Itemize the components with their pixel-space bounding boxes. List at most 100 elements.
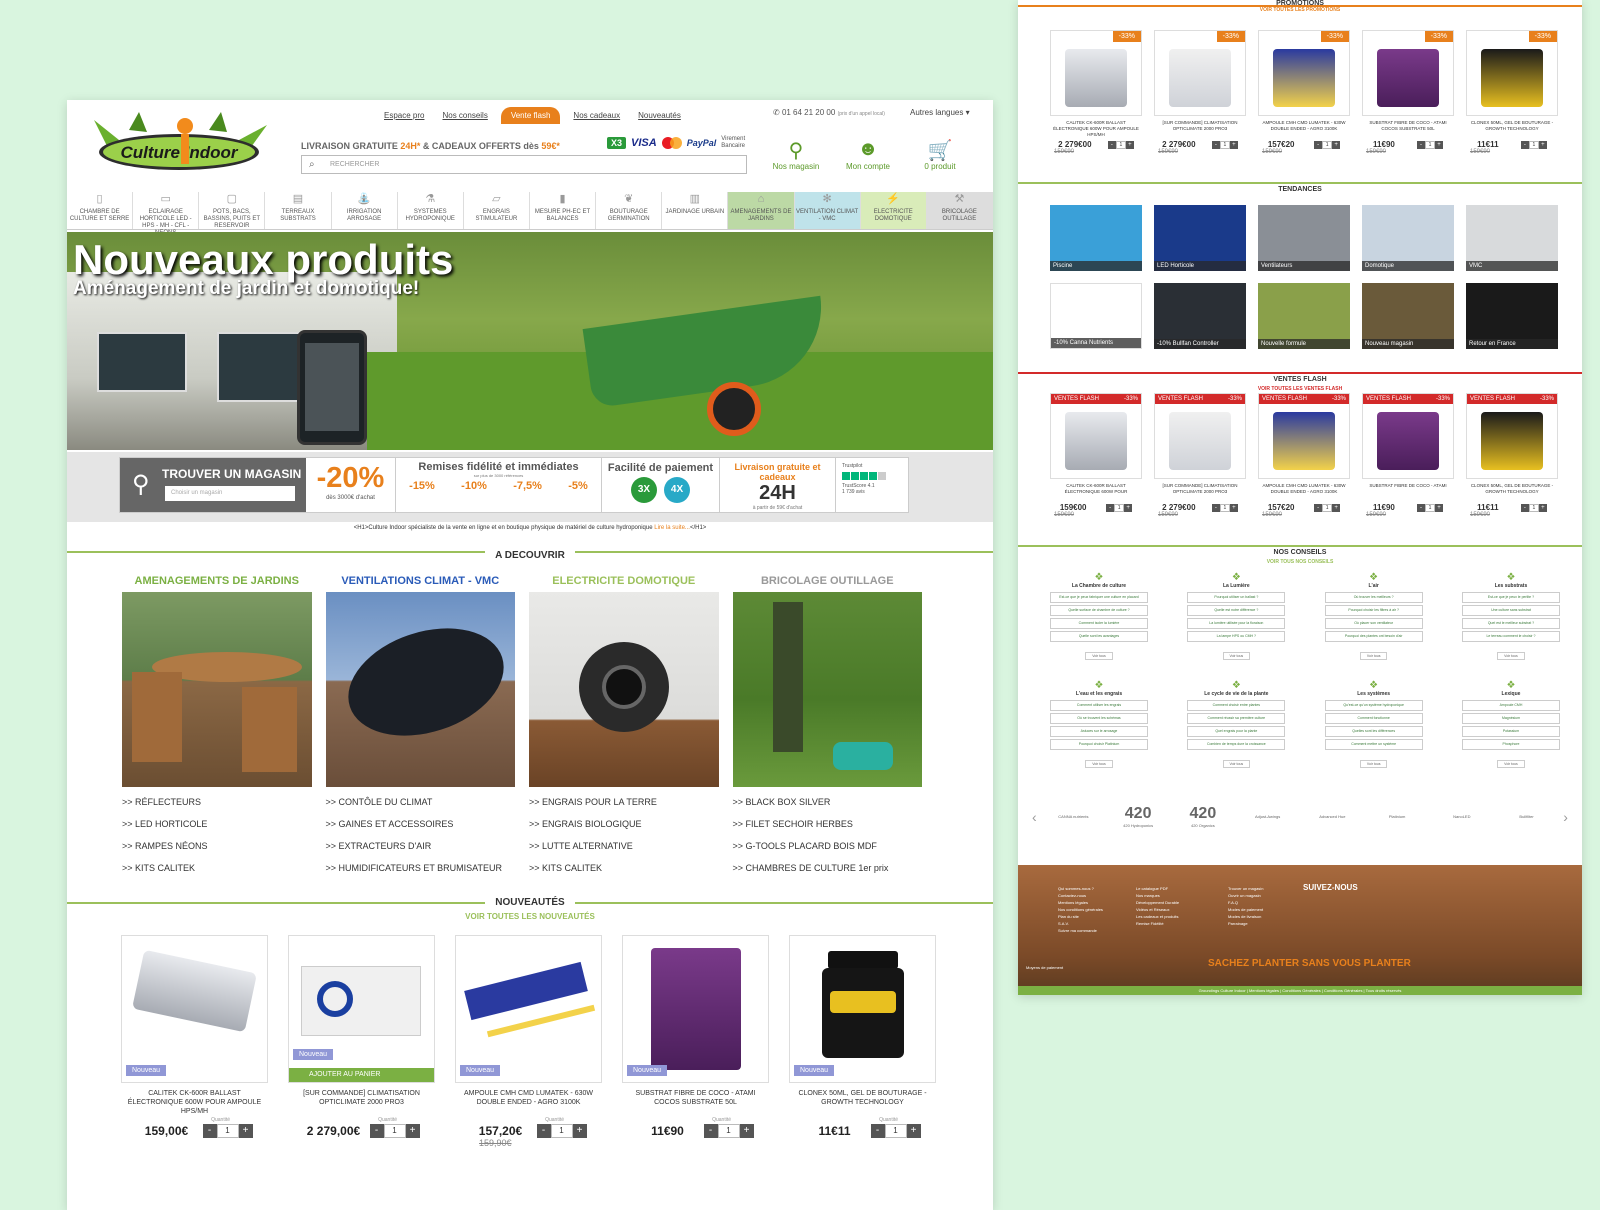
quantity-value[interactable]: 1 [1424, 503, 1435, 512]
search-icon[interactable]: ⌕ [309, 159, 315, 170]
conseil-question[interactable]: Quelle sont les avantages [1050, 631, 1148, 642]
brand-logo[interactable]: Bullfilter [1499, 814, 1555, 819]
trend-tile[interactable]: Domotique [1362, 205, 1454, 271]
quantity-value[interactable]: 1 [1219, 503, 1230, 512]
conseil-question[interactable]: Le terreau comment le choisir ? [1461, 631, 1560, 642]
quantity-stepper[interactable]: -1 + [536, 1124, 587, 1138]
product-image-box[interactable]: Nouveau [455, 935, 602, 1083]
conseil-question[interactable]: Est-ce que je peux le perlite ? [1461, 592, 1560, 603]
plus-icon[interactable]: + [1229, 140, 1238, 149]
minus-icon[interactable]: - [1520, 503, 1529, 512]
quantity-stepper[interactable]: -1 + [1416, 140, 1443, 149]
category-title[interactable]: BRICOLAGE OUTILLAGE [733, 575, 923, 587]
conseil-question[interactable]: Qu'est-ce qu'un système hydroponique [1324, 700, 1423, 711]
quantity-stepper[interactable]: -1 + [1416, 503, 1443, 512]
see-all-button[interactable]: Voir tous [1085, 760, 1113, 768]
minus-icon[interactable]: - [1314, 503, 1323, 512]
category-title[interactable]: VENTILATIONS CLIMAT - VMC [326, 575, 516, 587]
product-image-box[interactable]: Nouveau AJOUTER AU PANIER [288, 935, 435, 1083]
store-select[interactable]: Choisir un magasin [165, 486, 295, 501]
minus-icon[interactable]: - [1106, 503, 1115, 512]
category-link[interactable]: >> RAMPES NÉONS [122, 841, 312, 851]
stores-link[interactable]: ⚲ Nos magasin [772, 138, 820, 171]
quantity-value[interactable]: 1 [383, 1124, 406, 1138]
quantity-stepper[interactable]: -1 + [369, 1124, 420, 1138]
see-all-button[interactable]: Voir tous [1222, 652, 1251, 660]
product-image-box[interactable]: Nouveau [789, 935, 936, 1083]
plus-icon[interactable]: + [1434, 140, 1443, 149]
see-all-button[interactable]: Voir tous [1359, 652, 1388, 660]
conseil-question[interactable]: Une culture sans substrat [1461, 605, 1560, 616]
product-card[interactable]: Nouveau CLONEX 50ML, GEL DE BOUTURAGE - … [789, 935, 936, 1148]
minus-icon[interactable]: - [202, 1124, 217, 1138]
gardener-image[interactable] [732, 592, 922, 787]
mini-product-name[interactable]: CALITEK CK-600R BALLAST ÉLECTRONIQUE 600… [1050, 483, 1142, 501]
quantity-value[interactable]: 1 [1528, 140, 1539, 149]
category-link[interactable]: >> CHAMBRES DE CULTURE 1er prix [733, 863, 923, 873]
conseil-question[interactable]: Quel est le meilleur substrat ? [1461, 618, 1560, 629]
category-link[interactable]: >> ENGRAIS BIOLOGIQUE [529, 819, 719, 829]
product-name[interactable]: [SUR COMMANDE] CLIMATISATION OPTICLIMATE… [288, 1089, 435, 1117]
quantity-stepper[interactable]: -1 + [1107, 140, 1134, 149]
mini-product-card[interactable]: VENTES FLASH -33% SUBSTRAT FIBRE DE COCO -… [1362, 393, 1454, 518]
minus-icon[interactable]: - [536, 1124, 551, 1138]
quantity-stepper[interactable]: -1 + [1520, 140, 1547, 149]
conseil-question[interactable]: Quel engrais pour la plante [1187, 726, 1286, 737]
link-nos-conseils[interactable]: Nos conseils [437, 109, 492, 122]
trend-tile[interactable]: Ventilateurs [1258, 205, 1350, 271]
conseil-question[interactable]: Astuces sur le arrosage [1050, 726, 1148, 737]
quantity-value[interactable]: 1 [1424, 140, 1435, 149]
plus-icon[interactable]: + [906, 1124, 921, 1138]
conseil-question[interactable]: Est-ce que je peux fabriquer une culture… [1050, 592, 1148, 603]
solar-fan-image[interactable] [325, 592, 515, 787]
see-all-button[interactable]: Voir tous [1497, 760, 1525, 768]
category-link[interactable]: >> G-TOOLS PLACARD BOIS MDF [733, 841, 923, 851]
category-link[interactable]: >> LED HORTICOLE [122, 819, 312, 829]
trustpilot-block[interactable]: Trustpilot TrustScore 4.1 1 739 avis [836, 458, 908, 512]
mini-product-name[interactable]: [SUR COMMANDE] CLIMATISATION OPTICLIMATE… [1154, 483, 1246, 501]
quantity-stepper[interactable]: -1 + [1314, 503, 1341, 512]
see-all-button[interactable]: Voir tous [1359, 760, 1388, 768]
conseil-question[interactable]: Comment réussir sa première culture [1187, 713, 1286, 724]
minus-icon[interactable]: - [870, 1124, 885, 1138]
mini-product-image[interactable]: VENTES FLASH -33% [1258, 393, 1350, 479]
add-to-cart-button[interactable]: AJOUTER AU PANIER [289, 1068, 434, 1082]
nav-item[interactable]: ⛲ IRRIGATION ARROSAGE [332, 192, 398, 229]
product-name[interactable]: CLONEX 50ML, GEL DE BOUTURAGE - GROWTH T… [789, 1089, 936, 1117]
conseil-question[interactable]: Où trouver les meilleurs ? [1324, 592, 1423, 603]
conseil-question[interactable]: Pourquoi utiliser un ballast ? [1187, 592, 1286, 603]
quantity-value[interactable]: 1 [884, 1124, 907, 1138]
mini-product-card[interactable]: -33% SUBSTRAT FIBRE DE COCO - ATAMI COCOS… [1362, 30, 1454, 155]
minus-icon[interactable]: - [703, 1124, 718, 1138]
brand-logo[interactable]: 420 420 Hydroponics [1110, 805, 1166, 828]
conseil-question[interactable]: Combien de temps dure la croissance [1187, 739, 1286, 750]
flash-link[interactable]: VOIR TOUTES LES VENTES FLASH [1018, 386, 1582, 392]
conseil-question[interactable]: Quelles sont les différences [1324, 726, 1423, 737]
category-link[interactable]: >> KITS CALITEK [529, 863, 719, 873]
quantity-stepper[interactable]: -1 + [703, 1124, 754, 1138]
quantity-value[interactable]: 1 [1322, 503, 1333, 512]
chevron-right-icon[interactable]: › [1563, 809, 1568, 825]
mini-product-name[interactable]: SUBSTRAT FIBRE DE COCO - ATAMI [1362, 483, 1454, 501]
mini-product-card[interactable]: -33% AMPOULE CMH CMD LUMATEK - 630W DOUBL… [1258, 30, 1350, 155]
category-link[interactable]: >> HUMIDIFICATEURS ET BRUMISATEUR [326, 863, 516, 873]
nav-item[interactable]: ▭ ECLAIRAGE HORTICOLE LED - HPS - MH - CF… [133, 192, 200, 236]
culture-indoor-logo[interactable]: Culture Indoor [89, 110, 269, 182]
quantity-value[interactable]: 1 [1322, 140, 1333, 149]
search-input[interactable]: ⌕ RECHERCHER [301, 155, 747, 174]
trend-tile[interactable]: VMC [1466, 205, 1558, 271]
plus-icon[interactable]: + [1332, 503, 1341, 512]
quantity-value[interactable]: 1 [717, 1124, 740, 1138]
garden-furniture-image[interactable] [122, 592, 312, 787]
mini-product-image[interactable]: VENTES FLASH -33% [1362, 393, 1454, 479]
mini-product-name[interactable]: [SUR COMMANDE] CLIMATISATION OPTICLIMATE… [1154, 120, 1246, 138]
plus-icon[interactable]: + [405, 1124, 420, 1138]
chevron-left-icon[interactable]: ‹ [1032, 809, 1037, 825]
product-card[interactable]: Nouveau AJOUTER AU PANIER [SUR COMMANDE]… [288, 935, 435, 1148]
category-title[interactable]: ELECTRICITE DOMOTIQUE [529, 575, 719, 587]
security-camera-image[interactable] [529, 592, 719, 787]
mini-product-image[interactable]: -33% [1050, 30, 1142, 116]
category-link[interactable]: >> RÉFLECTEURS [122, 797, 312, 807]
nav-item[interactable]: ⚗ SYSTEMES HYDROPONIQUE [398, 192, 464, 229]
mini-product-image[interactable]: -33% [1154, 30, 1246, 116]
